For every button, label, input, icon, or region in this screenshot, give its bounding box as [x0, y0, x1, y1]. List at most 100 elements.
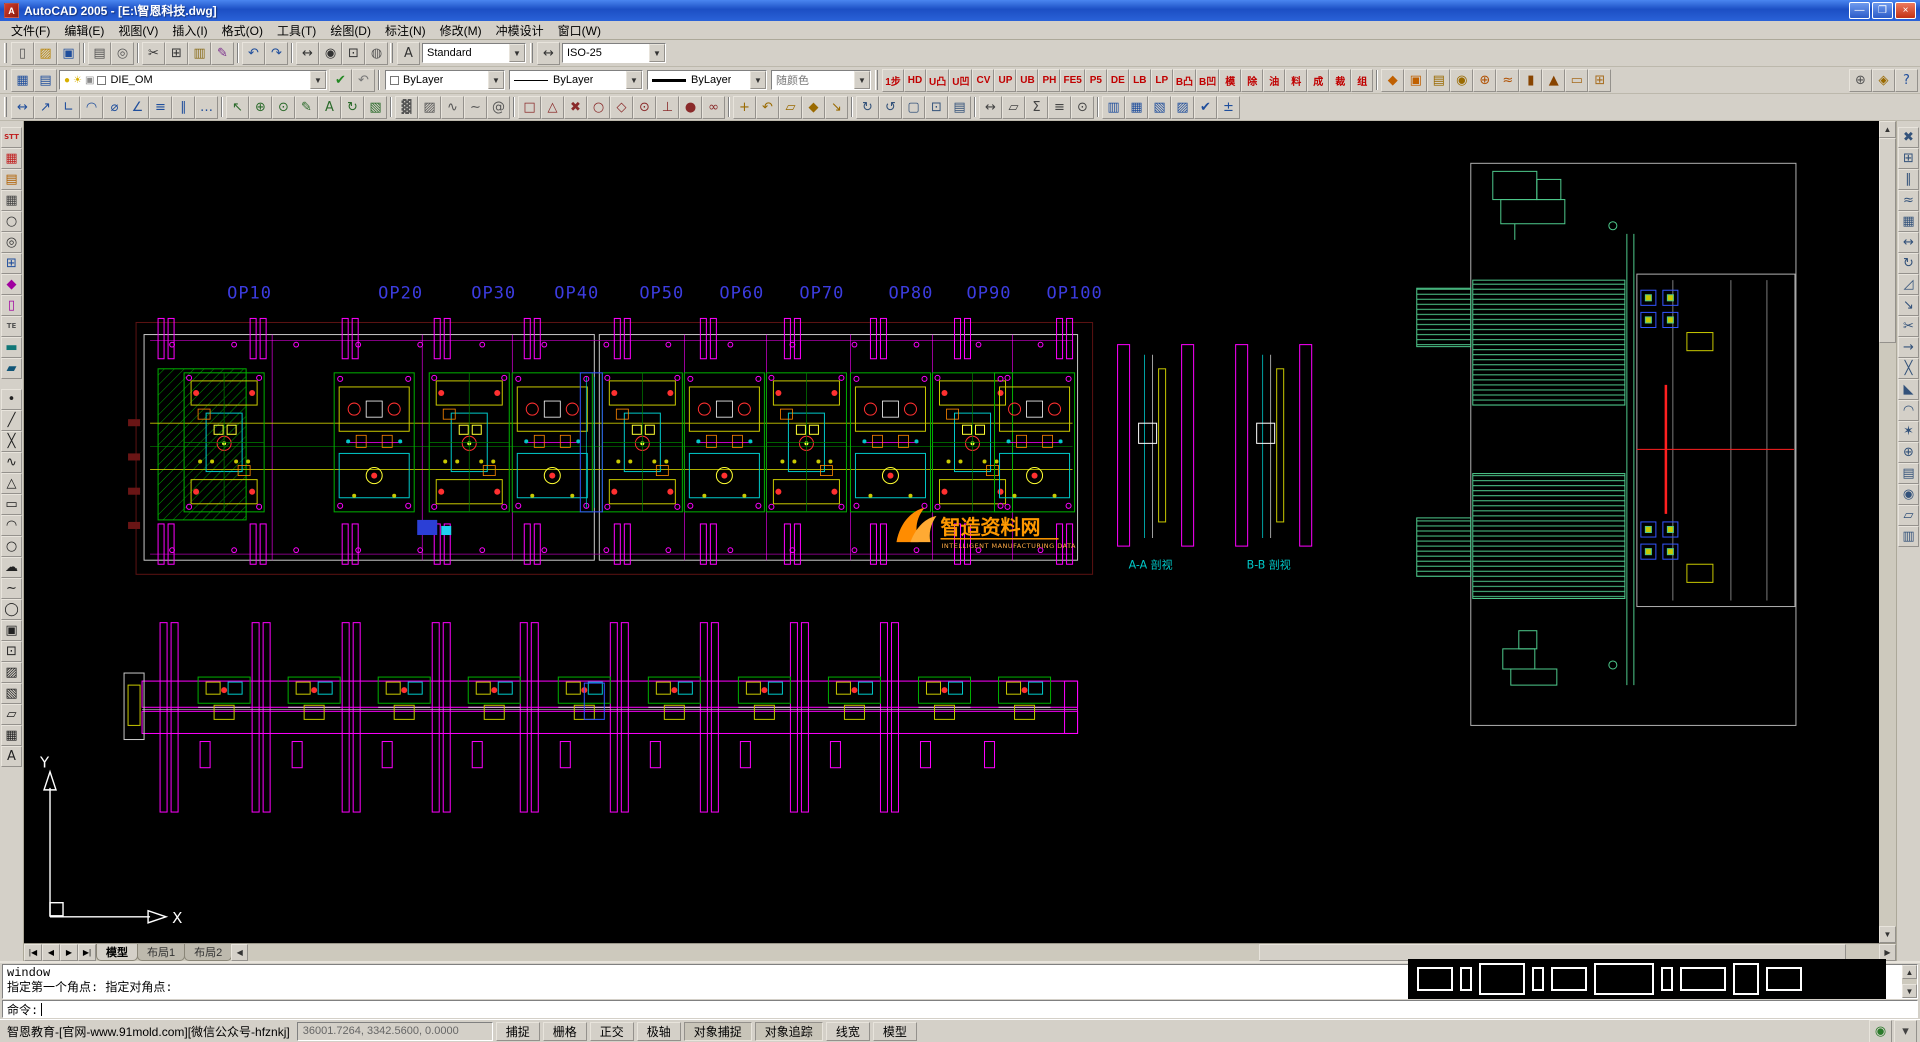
snap-midpoint-icon[interactable]: △	[541, 96, 564, 119]
toolbar-grip[interactable]	[4, 70, 7, 90]
redo-icon[interactable]: ↷	[265, 42, 288, 65]
scroll-up-icon[interactable]: ▲	[1879, 121, 1896, 138]
plot-preview-icon[interactable]: ◎	[111, 42, 134, 65]
die-tool-PH[interactable]: PH	[1038, 69, 1060, 92]
text-style-icon[interactable]: A	[397, 42, 420, 65]
die-plate-icon[interactable]: ▤	[1427, 69, 1450, 92]
color-palette-icon[interactable]: ▤	[1, 169, 22, 190]
die-tool-FE5[interactable]: FE5	[1060, 69, 1084, 92]
dimension-style-icon[interactable]: ▧	[364, 96, 387, 119]
join-icon[interactable]: ⊕	[1898, 442, 1919, 463]
markup-set-icon[interactable]: ✔	[1194, 96, 1217, 119]
snap-tangent-icon[interactable]: ⊙	[633, 96, 656, 119]
die-tool-LP[interactable]: LP	[1151, 69, 1173, 92]
mirror-icon[interactable]: ∥	[1898, 169, 1919, 190]
stretch-icon[interactable]: ↘	[1898, 295, 1919, 316]
zoom-realtime-icon[interactable]: ◉	[319, 42, 342, 65]
die-tool-UB[interactable]: UB	[1016, 69, 1038, 92]
combo-arrow-icon[interactable]: ▼	[626, 71, 642, 89]
tab-nav-button[interactable]: |◀	[24, 944, 42, 961]
dim-angular-icon[interactable]: ∠	[126, 96, 149, 119]
line-icon[interactable]: ╱	[1, 410, 22, 431]
attribute-edit-icon[interactable]: @	[487, 96, 510, 119]
sheet-set-manager-icon[interactable]: ▨	[1171, 96, 1194, 119]
snap-node-icon[interactable]: ●	[679, 96, 702, 119]
ucs-previous-icon[interactable]: ↶	[756, 96, 779, 119]
die-tool-HD[interactable]: HD	[904, 69, 926, 92]
pan-icon[interactable]: ↔	[296, 42, 319, 65]
status-toggle-对象捕捉[interactable]: 对象捕捉	[684, 1022, 752, 1041]
toolbar-grip[interactable]	[530, 43, 533, 63]
die-tool-U凹[interactable]: U凹	[949, 69, 972, 92]
move-icon[interactable]: ↔	[1898, 232, 1919, 253]
zoom-extents-icon[interactable]: ⊡	[925, 96, 948, 119]
toolbar-grip[interactable]	[875, 70, 878, 90]
combo-arrow-icon[interactable]: ▼	[509, 44, 525, 62]
status-toggle-正交[interactable]: 正交	[590, 1022, 634, 1041]
die-tool-成[interactable]: 成	[1307, 69, 1329, 92]
vertical-scroll-thumb[interactable]	[1879, 138, 1896, 343]
ucs-origin-icon[interactable]: ↘	[825, 96, 848, 119]
circle-icon[interactable]: ○	[1, 536, 22, 557]
die-pin-icon[interactable]: ▮	[1519, 69, 1542, 92]
construction-line-icon[interactable]: ╳	[1, 431, 22, 452]
ucs-world-icon[interactable]: +	[733, 96, 756, 119]
tab-nav-button[interactable]: ▶|	[78, 944, 96, 961]
status-tray-menu-icon[interactable]: ▾	[1894, 1020, 1917, 1042]
die-stripper-icon[interactable]: ▭	[1565, 69, 1588, 92]
mass-properties-icon[interactable]: Σ	[1025, 96, 1048, 119]
layer-states-icon[interactable]: ▤	[34, 69, 57, 92]
hatch-edit-icon[interactable]: ▨	[418, 96, 441, 119]
die-settings-icon[interactable]: ⊕	[1849, 69, 1872, 92]
snap-perpendicular-icon[interactable]: ⊥	[656, 96, 679, 119]
new-file-icon[interactable]: ▯	[11, 42, 34, 65]
die-tool-DE[interactable]: DE	[1107, 69, 1129, 92]
dim-aligned-icon[interactable]: ↗	[34, 96, 57, 119]
dimension-text-edit-icon[interactable]: A	[318, 96, 341, 119]
plate-tiles-icon[interactable]: ▦	[1, 190, 22, 211]
die-tool-1步[interactable]: 1步	[882, 69, 904, 92]
command-scroll-up-icon[interactable]: ▲	[1902, 965, 1917, 979]
command-scroll-down-icon[interactable]: ▼	[1902, 984, 1917, 998]
quick-leader-icon[interactable]: ↖	[226, 96, 249, 119]
teal-plate-icon[interactable]: ▬	[1, 337, 22, 358]
draw-order-icon[interactable]: ▓	[395, 96, 418, 119]
properties-palette-icon[interactable]: ▥	[1102, 96, 1125, 119]
tab-模型[interactable]: 模型	[96, 944, 138, 961]
list-icon[interactable]: ≡	[1048, 96, 1071, 119]
color-combo[interactable]: ByLayer ▼	[385, 70, 505, 90]
snap-intersection-icon[interactable]: ✖	[564, 96, 587, 119]
die-tool-B凸[interactable]: B凸	[1173, 69, 1196, 92]
area-icon[interactable]: ▱	[1002, 96, 1025, 119]
arc-icon[interactable]: ◠	[1, 515, 22, 536]
die-tool-裁[interactable]: 裁	[1329, 69, 1351, 92]
snap-center-icon[interactable]: ○	[587, 96, 610, 119]
status-toggle-捕捉[interactable]: 捕捉	[496, 1022, 540, 1041]
spline-icon[interactable]: ∼	[1, 578, 22, 599]
plot-icon[interactable]: ▤	[88, 42, 111, 65]
combo-arrow-icon[interactable]: ▼	[310, 71, 326, 89]
tab-布局1[interactable]: 布局1	[137, 944, 185, 961]
quick-dimension-icon[interactable]: ≡	[149, 96, 172, 119]
table-icon[interactable]: ▦	[1, 725, 22, 746]
linetype-combo[interactable]: ByLayer ▼	[509, 70, 643, 90]
rotate-icon[interactable]: ↻	[1898, 253, 1919, 274]
die-tool-除[interactable]: 除	[1241, 69, 1263, 92]
die-library-icon[interactable]: ◈	[1872, 69, 1895, 92]
toolbar-grip[interactable]	[4, 97, 7, 117]
dim-style-combo[interactable]: ISO-25 ▼	[562, 43, 666, 63]
zoom-object-icon[interactable]: ◉	[1898, 484, 1919, 505]
plotstyle-combo[interactable]: 随颜色 ▼	[771, 70, 871, 90]
make-block-icon[interactable]: ⊡	[1, 641, 22, 662]
redraw-icon[interactable]: ↻	[856, 96, 879, 119]
block-magenta-icon[interactable]: ◆	[1, 274, 22, 295]
center-mark-icon[interactable]: ⊙	[272, 96, 295, 119]
vertical-scrollbar[interactable]: ▲ ▼	[1879, 121, 1896, 943]
cut-icon[interactable]: ✂	[142, 42, 165, 65]
zoom-all-icon[interactable]: ▢	[902, 96, 925, 119]
combo-arrow-icon[interactable]: ▼	[750, 71, 766, 89]
tolerance-icon[interactable]: ⊕	[249, 96, 272, 119]
die-tool-U凸[interactable]: U凸	[926, 69, 949, 92]
die-guide-post-icon[interactable]: ◉	[1450, 69, 1473, 92]
quick-calc-icon[interactable]: ±	[1217, 96, 1240, 119]
